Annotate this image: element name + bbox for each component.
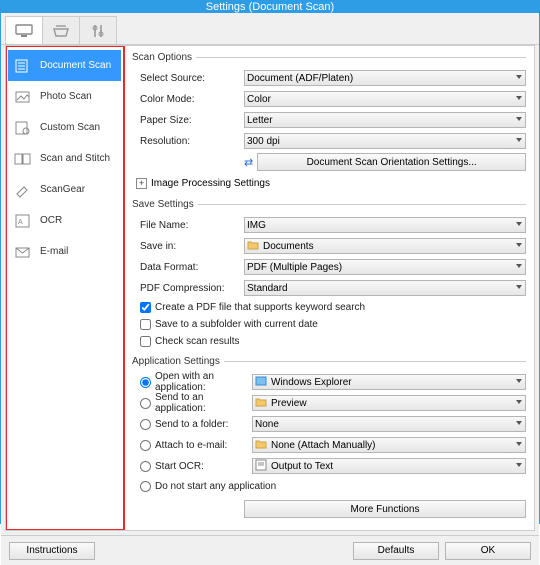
start-ocr-radio[interactable] xyxy=(140,461,151,472)
scan-options-group: Scan Options Select Source: Document (AD… xyxy=(132,52,526,193)
defaults-button[interactable]: Defaults xyxy=(353,542,439,560)
save-settings-group: Save Settings File Name: IMG Save in: Do… xyxy=(132,199,526,350)
sidebar-item-scan-stitch[interactable]: Scan and Stitch xyxy=(8,143,121,174)
top-tabstrip xyxy=(1,13,539,45)
attach-email-dropdown[interactable]: None (Attach Manually) xyxy=(252,437,526,453)
photo-icon xyxy=(12,88,34,106)
sidebar-item-label: Custom Scan xyxy=(40,122,100,133)
send-app-dropdown[interactable]: Preview xyxy=(252,395,526,411)
instructions-button[interactable]: Instructions xyxy=(9,542,95,560)
more-functions-button[interactable]: More Functions xyxy=(244,500,526,518)
data-format-dropdown[interactable]: PDF (Multiple Pages) xyxy=(244,259,526,275)
keyword-search-checkbox[interactable] xyxy=(140,302,151,313)
save-in-dropdown[interactable]: Documents xyxy=(244,238,526,254)
resolution-label: Resolution: xyxy=(132,136,244,147)
application-settings-legend: Application Settings xyxy=(132,356,224,367)
send-folder-dropdown[interactable]: None xyxy=(252,416,526,432)
sidebar-item-document-scan[interactable]: Document Scan xyxy=(8,50,121,81)
start-ocr-label: Start OCR: xyxy=(155,461,204,472)
tab-scan-from-computer[interactable] xyxy=(5,16,43,44)
sidebar-item-label: OCR xyxy=(40,215,62,226)
tools-icon xyxy=(88,23,108,39)
ocr-icon: A xyxy=(12,212,34,230)
paper-size-label: Paper Size: xyxy=(132,115,244,126)
open-with-dropdown[interactable]: Windows Explorer xyxy=(252,374,526,390)
sidebar-item-photo-scan[interactable]: Photo Scan xyxy=(8,81,121,112)
content-wrap: Document Scan Photo Scan Custom Scan Sca… xyxy=(5,45,535,531)
open-with-label: Open with an application: xyxy=(155,371,252,393)
sidebar: Document Scan Photo Scan Custom Scan Sca… xyxy=(6,46,124,530)
save-settings-legend: Save Settings xyxy=(132,199,198,210)
email-icon xyxy=(12,243,34,261)
select-source-label: Select Source: xyxy=(132,73,244,84)
sidebar-item-custom-scan[interactable]: Custom Scan xyxy=(8,112,121,143)
sidebar-item-label: Photo Scan xyxy=(40,91,92,102)
ok-button[interactable]: OK xyxy=(445,542,531,560)
scangear-icon xyxy=(12,181,34,199)
settings-window: Settings (Document Scan) Document Scan xyxy=(0,0,540,524)
application-settings-group: Application Settings Open with an applic… xyxy=(132,356,526,520)
tab-general-settings[interactable] xyxy=(79,16,117,44)
image-processing-expander[interactable]: + Image Processing Settings xyxy=(132,173,526,193)
stitch-icon xyxy=(12,150,34,168)
file-name-label: File Name: xyxy=(132,220,244,231)
pdf-compression-label: PDF Compression: xyxy=(132,283,244,294)
sidebar-item-label: Document Scan xyxy=(40,60,111,71)
tab-scan-from-panel[interactable] xyxy=(42,16,80,44)
sidebar-item-scangear[interactable]: ScanGear xyxy=(8,174,121,205)
image-processing-label: Image Processing Settings xyxy=(151,178,270,189)
subfolder-checkbox[interactable] xyxy=(140,319,151,330)
check-results-label: Check scan results xyxy=(155,336,239,347)
scanner-icon xyxy=(51,23,71,39)
send-app-radio[interactable] xyxy=(140,398,151,409)
swap-icon[interactable]: ⇄ xyxy=(244,156,253,169)
color-mode-dropdown[interactable]: Color xyxy=(244,91,526,107)
monitor-icon xyxy=(14,23,34,39)
do-not-start-label: Do not start any application xyxy=(155,481,276,492)
select-source-dropdown[interactable]: Document (ADF/Platen) xyxy=(244,70,526,86)
paper-size-dropdown[interactable]: Letter xyxy=(244,112,526,128)
start-ocr-dropdown[interactable]: Output to Text xyxy=(252,458,526,474)
titlebar: Settings (Document Scan) xyxy=(1,1,539,13)
sidebar-item-ocr[interactable]: A OCR xyxy=(8,205,121,236)
file-name-field[interactable]: IMG xyxy=(244,217,526,233)
do-not-start-radio[interactable] xyxy=(140,481,151,492)
subfolder-label: Save to a subfolder with current date xyxy=(155,319,318,330)
color-mode-label: Color Mode: xyxy=(132,94,244,105)
send-folder-radio[interactable] xyxy=(140,419,151,430)
resolution-dropdown[interactable]: 300 dpi xyxy=(244,133,526,149)
main-panel: Scan Options Select Source: Document (AD… xyxy=(124,46,534,530)
svg-text:A: A xyxy=(18,219,23,226)
keyword-search-label: Create a PDF file that supports keyword … xyxy=(155,302,365,313)
sidebar-item-label: Scan and Stitch xyxy=(40,153,110,164)
pdf-compression-dropdown[interactable]: Standard xyxy=(244,280,526,296)
attach-email-radio[interactable] xyxy=(140,440,151,451)
send-folder-label: Send to a folder: xyxy=(155,419,228,430)
sidebar-item-label: E-mail xyxy=(40,246,68,257)
attach-email-label: Attach to e-mail: xyxy=(155,440,227,451)
document-icon xyxy=(12,57,34,75)
check-results-checkbox[interactable] xyxy=(140,336,151,347)
custom-icon xyxy=(12,119,34,137)
footer: Instructions Defaults OK xyxy=(1,535,539,565)
scan-options-legend: Scan Options xyxy=(132,52,196,63)
open-with-radio[interactable] xyxy=(140,377,151,388)
save-in-label: Save in: xyxy=(132,241,244,252)
data-format-label: Data Format: xyxy=(132,262,244,273)
send-app-label: Send to an application: xyxy=(155,392,252,414)
client-area: Document Scan Photo Scan Custom Scan Sca… xyxy=(1,13,539,565)
plus-icon: + xyxy=(136,178,147,189)
sidebar-item-label: ScanGear xyxy=(40,184,85,195)
sidebar-item-email[interactable]: E-mail xyxy=(8,236,121,267)
orientation-settings-button[interactable]: Document Scan Orientation Settings... xyxy=(257,153,526,171)
window-title: Settings (Document Scan) xyxy=(206,1,334,13)
